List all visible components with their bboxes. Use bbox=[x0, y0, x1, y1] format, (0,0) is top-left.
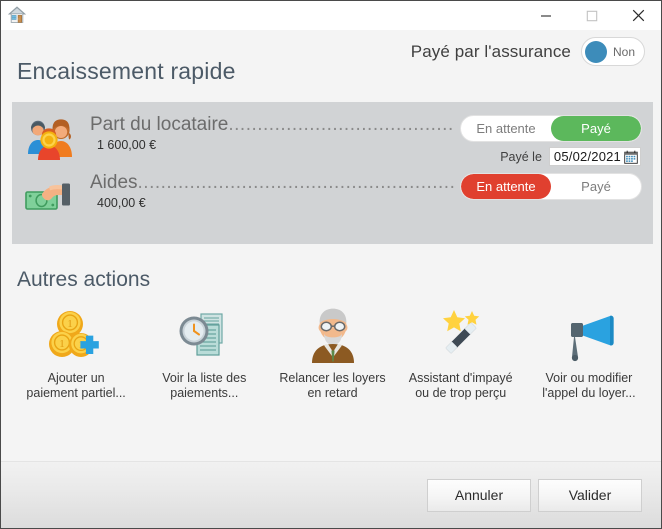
payment-status-segmented-aid[interactable]: En attente Payé bbox=[460, 173, 642, 200]
maximize-icon bbox=[586, 10, 598, 21]
payment-row-label-line: Aides...................................… bbox=[90, 172, 455, 194]
segment-paid[interactable]: Payé bbox=[551, 174, 641, 199]
insurance-label: Payé par l'assurance bbox=[410, 41, 571, 61]
action-label-line1: Voir la liste des bbox=[162, 371, 247, 385]
action-view-payments-list[interactable]: Voir la liste des paiements... bbox=[140, 306, 268, 401]
dialog-footer: Annuler Valider bbox=[1, 461, 661, 528]
svg-text:1: 1 bbox=[59, 338, 65, 350]
insurance-toggle[interactable]: Non bbox=[581, 37, 645, 66]
action-chase-late-rents[interactable]: Relancer les loyers en retard bbox=[268, 306, 396, 401]
megaphone-icon bbox=[558, 306, 620, 364]
action-label: Voir la liste des paiements... bbox=[162, 371, 246, 401]
payment-row-amount: 400,00 € bbox=[97, 196, 146, 210]
action-unpaid-assistant[interactable]: Assistant d'impayé ou de trop perçu bbox=[397, 306, 525, 401]
minimize-button[interactable] bbox=[523, 1, 569, 30]
payment-row-tenant: Part du locataire.......................… bbox=[12, 114, 653, 170]
maximize-button[interactable] bbox=[569, 1, 615, 30]
calendar-icon[interactable] bbox=[624, 150, 638, 164]
hand-with-banknote-icon bbox=[24, 174, 76, 220]
payment-row-amount: 1 600,00 € bbox=[97, 138, 157, 152]
action-label-line1: Assistant d'impayé bbox=[408, 371, 513, 385]
toggle-knob bbox=[585, 40, 607, 63]
title-bar bbox=[1, 1, 661, 30]
close-icon bbox=[632, 9, 644, 22]
payment-status-segmented-tenant[interactable]: En attente Payé bbox=[460, 115, 642, 142]
payment-row-label-line: Part du locataire.......................… bbox=[90, 114, 455, 136]
page-title: Encaissement rapide bbox=[17, 58, 236, 84]
action-label: Assistant d'impayé ou de trop perçu bbox=[409, 371, 513, 401]
paid-on-row: Payé le 05/02/2021 bbox=[500, 147, 641, 166]
payment-row-text: Aides...................................… bbox=[90, 172, 455, 210]
action-label-line2: paiement partiel... bbox=[26, 386, 126, 400]
action-view-edit-rent-call[interactable]: Voir ou modifier l'appel du loyer... bbox=[525, 306, 653, 401]
minimize-icon bbox=[541, 14, 551, 17]
segment-pending[interactable]: En attente bbox=[461, 116, 551, 141]
segment-pending[interactable]: En attente bbox=[461, 174, 551, 199]
action-label: Relancer les loyers en retard bbox=[279, 371, 385, 401]
validate-button[interactable]: Valider bbox=[538, 478, 642, 512]
payment-panel: Part du locataire.......................… bbox=[12, 102, 653, 244]
action-label-line2: en retard bbox=[307, 386, 358, 400]
dialog-header: Payé par l'assurance Non Encaissement ra… bbox=[1, 30, 661, 96]
segment-paid[interactable]: Payé bbox=[551, 116, 641, 141]
action-label-line2: ou de trop perçu bbox=[415, 386, 507, 400]
action-label-line1: Voir ou modifier bbox=[545, 371, 633, 385]
action-label-line2: l'appel du loyer... bbox=[542, 386, 636, 400]
toggle-state-label: Non bbox=[612, 44, 635, 59]
magic-wand-icon bbox=[430, 306, 492, 364]
payment-row-text: Part du locataire.......................… bbox=[90, 114, 455, 152]
paid-on-label: Payé le bbox=[500, 149, 542, 164]
elderly-man-icon bbox=[302, 306, 364, 364]
cancel-button[interactable]: Annuler bbox=[427, 478, 531, 512]
dialog-window: Payé par l'assurance Non Encaissement ra… bbox=[0, 0, 662, 529]
actions-section-title: Autres actions bbox=[17, 268, 151, 291]
close-button[interactable] bbox=[615, 1, 661, 30]
family-with-coin-icon bbox=[24, 116, 76, 162]
house-icon bbox=[7, 5, 27, 25]
clock-documents-icon bbox=[173, 306, 235, 364]
leader-dots: ........................................… bbox=[228, 114, 455, 135]
action-label: Ajouter un paiement partiel... bbox=[26, 371, 125, 401]
action-add-partial-payment[interactable]: 1 1 1 Ajouter un paiement partiel... bbox=[12, 306, 140, 401]
leader-dots: ........................................… bbox=[137, 172, 455, 193]
action-label-line1: Relancer les loyers bbox=[279, 371, 386, 385]
actions-grid: 1 1 1 Ajouter un paiement partiel... bbox=[12, 306, 653, 401]
insurance-toggle-row: Payé par l'assurance Non bbox=[411, 37, 645, 66]
payment-row-label: Aides bbox=[90, 172, 138, 193]
paid-on-date-field[interactable]: 05/02/2021 bbox=[548, 147, 641, 166]
coins-plus-icon: 1 1 1 bbox=[45, 306, 107, 364]
payment-row-aid: Aides...................................… bbox=[12, 172, 653, 228]
action-label: Voir ou modifier l'appel du loyer... bbox=[542, 371, 635, 401]
payment-row-label: Part du locataire bbox=[90, 114, 229, 135]
action-label-line2: paiements... bbox=[170, 386, 239, 400]
svg-text:1: 1 bbox=[67, 318, 73, 330]
action-label-line1: Ajouter un bbox=[47, 371, 105, 385]
paid-on-date-value: 05/02/2021 bbox=[553, 149, 621, 164]
